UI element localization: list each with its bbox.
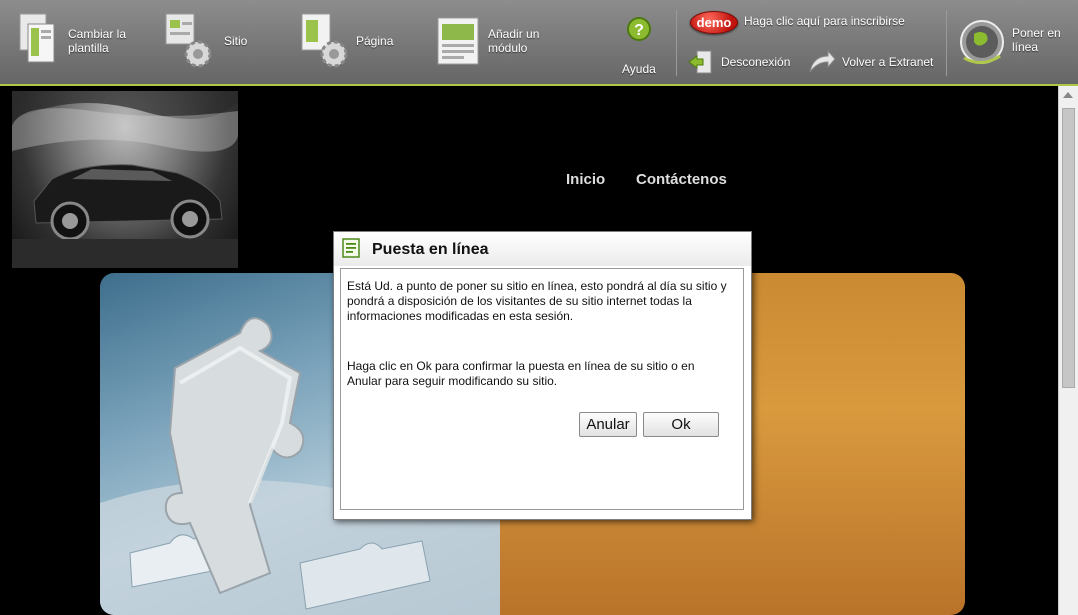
toolbar-divider <box>946 10 947 76</box>
add-module-label: Añadir un módulo <box>488 27 540 55</box>
site-button[interactable]: Sitio <box>164 12 247 70</box>
dialog-body: Está Ud. a punto de poner su sitio en lí… <box>340 268 744 510</box>
svg-text:?: ? <box>634 22 644 39</box>
logout-button[interactable]: Desconexión <box>687 48 790 76</box>
publish-label: Poner en línea <box>1012 26 1061 54</box>
toolbar-divider <box>676 10 677 76</box>
change-template-button[interactable]: Cambiar la plantilla <box>18 12 126 70</box>
editor-toolbar: Cambiar la plantilla Sitio Página Añadir… <box>0 0 1078 86</box>
scroll-thumb[interactable] <box>1062 108 1075 388</box>
ok-button[interactable]: Ok <box>643 412 719 437</box>
template-icon <box>19 13 55 63</box>
cancel-button[interactable]: Anular <box>579 412 637 437</box>
help-label: Ayuda <box>622 62 656 76</box>
publish-button[interactable]: Poner en línea <box>958 12 1061 68</box>
scroll-up-arrow-icon[interactable] <box>1063 92 1073 98</box>
help-button[interactable]: ? Ayuda <box>622 16 656 76</box>
car-image <box>12 91 238 268</box>
vertical-scrollbar[interactable] <box>1058 86 1078 615</box>
site-gear-icon <box>165 13 212 68</box>
add-module-button[interactable]: Añadir un módulo <box>436 12 539 70</box>
return-arrow-icon <box>809 49 836 73</box>
dialog-title-bar: Puesta en línea <box>334 232 751 266</box>
page-gear-icon <box>301 13 348 68</box>
help-icon: ? <box>626 17 651 41</box>
header-car-image <box>12 91 238 268</box>
extranet-label: Volver a Extranet <box>842 55 934 69</box>
nav-home-link[interactable]: Inicio <box>566 171 605 188</box>
nav-contact-link[interactable]: Contáctenos <box>636 171 727 188</box>
dialog-message-1: Está Ud. a punto de poner su sitio en lí… <box>347 279 727 323</box>
page-label: Página <box>356 34 394 48</box>
extranet-button[interactable]: Volver a Extranet <box>806 48 933 76</box>
module-icon <box>437 17 479 65</box>
signup-link[interactable]: Haga clic aquí para inscribirse <box>744 14 905 28</box>
globe-icon <box>960 20 1004 64</box>
dialog-title: Puesta en línea <box>372 241 489 258</box>
publish-dialog: Puesta en línea Está Ud. a punto de pone… <box>333 231 752 520</box>
page-button[interactable]: Página <box>300 12 393 70</box>
logout-label: Desconexión <box>721 55 791 69</box>
demo-badge[interactable]: demo <box>690 11 738 34</box>
document-icon <box>342 238 360 258</box>
logout-icon <box>688 50 712 74</box>
dialog-message-2: Haga clic en Ok para confirmar la puesta… <box>347 359 695 388</box>
signup-label: Haga clic aquí para inscribirse <box>744 14 905 28</box>
site-label: Sitio <box>224 34 248 48</box>
change-template-label: Cambiar la plantilla <box>68 27 127 55</box>
